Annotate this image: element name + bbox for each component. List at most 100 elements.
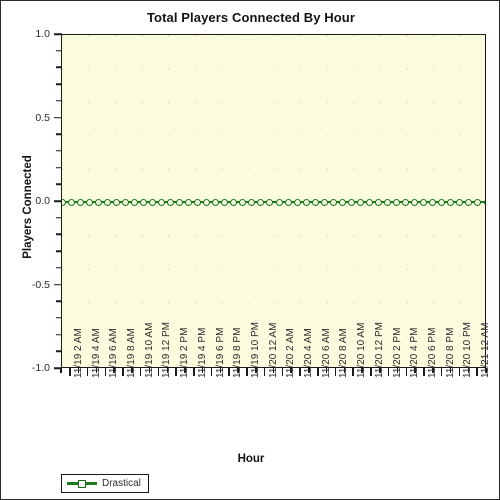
x-tick-major bbox=[476, 368, 478, 376]
x-tick-label: 11/19 12 PM bbox=[161, 322, 173, 378]
x-tick-label: 11/19 8 AM bbox=[125, 328, 137, 378]
x-tick-label: 11/21 12 AM bbox=[480, 322, 492, 378]
x-tick-major bbox=[228, 368, 230, 376]
y-axis-label: Players Connected bbox=[22, 155, 34, 259]
data-point bbox=[311, 198, 319, 206]
x-tick-label: 11/20 8 PM bbox=[444, 327, 456, 378]
data-point bbox=[121, 198, 129, 206]
x-tick-major bbox=[387, 368, 390, 376]
x-tick-label: 11/20 8 AM bbox=[338, 328, 350, 378]
x-tick-label: 11/20 2 AM bbox=[285, 328, 297, 378]
data-point bbox=[167, 198, 174, 206]
x-tick-major bbox=[122, 368, 124, 376]
legend-line-marker-icon bbox=[67, 478, 97, 489]
data-point bbox=[194, 198, 202, 206]
data-point bbox=[284, 198, 292, 206]
data-point bbox=[148, 198, 156, 206]
data-point bbox=[420, 198, 428, 206]
x-tick-major bbox=[440, 368, 443, 376]
data-point bbox=[456, 198, 464, 206]
data-point bbox=[474, 198, 482, 206]
plot-area bbox=[61, 34, 486, 368]
x-tick-label: 11/20 12 PM bbox=[373, 322, 385, 378]
x-tick-major bbox=[246, 368, 248, 376]
x-tick-major bbox=[458, 368, 461, 376]
x-tick-label: 11/20 10 AM bbox=[356, 322, 368, 378]
x-tick-label: 11/20 6 PM bbox=[427, 327, 439, 378]
data-point bbox=[384, 198, 392, 206]
x-tick-label: 11/20 4 PM bbox=[409, 327, 421, 378]
legend-item-label: Drastical bbox=[102, 478, 141, 489]
x-tick-major bbox=[405, 368, 408, 376]
data-point bbox=[185, 198, 193, 206]
data-point bbox=[275, 198, 283, 206]
x-tick-label: 11/19 10 PM bbox=[249, 322, 261, 378]
data-point bbox=[266, 198, 274, 206]
x-tick-major bbox=[423, 368, 425, 376]
x-tick-major bbox=[370, 368, 372, 376]
x-tick-label: 11/20 2 PM bbox=[391, 327, 403, 378]
chart-container: Total Players Connected By Hour 1.0 0.5 0.… bbox=[0, 0, 500, 500]
data-point bbox=[393, 198, 401, 206]
data-point bbox=[465, 198, 473, 206]
chart-legend: Drastical bbox=[61, 474, 149, 493]
data-point bbox=[320, 198, 328, 206]
data-point bbox=[139, 198, 147, 206]
x-tick-label: 11/20 10 PM bbox=[462, 322, 474, 378]
data-point bbox=[230, 198, 238, 206]
data-point bbox=[94, 198, 102, 206]
x-tick-major bbox=[210, 368, 213, 376]
data-point bbox=[338, 198, 346, 206]
data-point bbox=[157, 198, 165, 206]
data-point bbox=[221, 198, 229, 206]
data-point bbox=[130, 198, 138, 206]
x-tick-major bbox=[317, 368, 319, 376]
chart-title: Total Players Connected By Hour bbox=[146, 10, 355, 25]
x-tick-major bbox=[281, 368, 284, 376]
data-point bbox=[356, 198, 364, 206]
x-tick-label: 11/20 12 AM bbox=[267, 322, 279, 378]
data-point bbox=[293, 198, 301, 206]
x-tick-major bbox=[157, 368, 160, 376]
data-point bbox=[402, 198, 410, 206]
x-tick-label: 11/19 2 PM bbox=[179, 327, 191, 378]
data-point bbox=[483, 198, 485, 206]
x-tick-label: 11/19 6 PM bbox=[214, 327, 226, 378]
legend-item-drastical[interactable]: Drastical bbox=[67, 478, 141, 489]
x-tick-major bbox=[69, 368, 71, 376]
y-tick-label: 1.0 bbox=[35, 28, 50, 40]
data-point bbox=[438, 198, 446, 206]
x-tick-label: 11/19 2 AM bbox=[72, 328, 84, 378]
data-point bbox=[212, 198, 220, 206]
x-axis-tick-labels: 11/19 2 AM 11/19 4 AM 11/19 6 AM 11/19 8 AM… bbox=[61, 322, 491, 448]
x-tick-major bbox=[86, 368, 89, 376]
y-tick-label: 0.5 bbox=[35, 111, 50, 124]
x-tick-major bbox=[193, 368, 195, 376]
data-point bbox=[67, 198, 75, 206]
x-tick-minor bbox=[60, 368, 62, 373]
x-tick-label: 11/19 6 AM bbox=[108, 328, 120, 378]
x-tick-major bbox=[175, 368, 177, 376]
data-point bbox=[447, 198, 455, 206]
data-point bbox=[62, 198, 66, 206]
data-point bbox=[203, 198, 211, 206]
data-point bbox=[76, 198, 84, 206]
data-point bbox=[112, 198, 120, 206]
x-tick-label: 11/19 8 PM bbox=[232, 327, 244, 378]
data-point bbox=[176, 198, 184, 206]
data-point bbox=[374, 198, 382, 206]
data-point bbox=[329, 198, 337, 206]
x-tick-major bbox=[263, 368, 266, 376]
data-point bbox=[365, 198, 373, 206]
data-point bbox=[302, 198, 310, 206]
data-series-layer bbox=[62, 35, 485, 367]
x-axis-label: Hour bbox=[237, 453, 265, 465]
y-tick-label: -1.0 bbox=[31, 362, 50, 374]
x-tick-major bbox=[299, 368, 301, 376]
data-point bbox=[411, 198, 419, 206]
x-tick-major bbox=[334, 368, 337, 376]
x-tick-major bbox=[104, 368, 107, 376]
data-point bbox=[429, 198, 437, 206]
x-tick-label: 11/19 4 PM bbox=[196, 327, 208, 378]
data-point bbox=[85, 198, 93, 206]
